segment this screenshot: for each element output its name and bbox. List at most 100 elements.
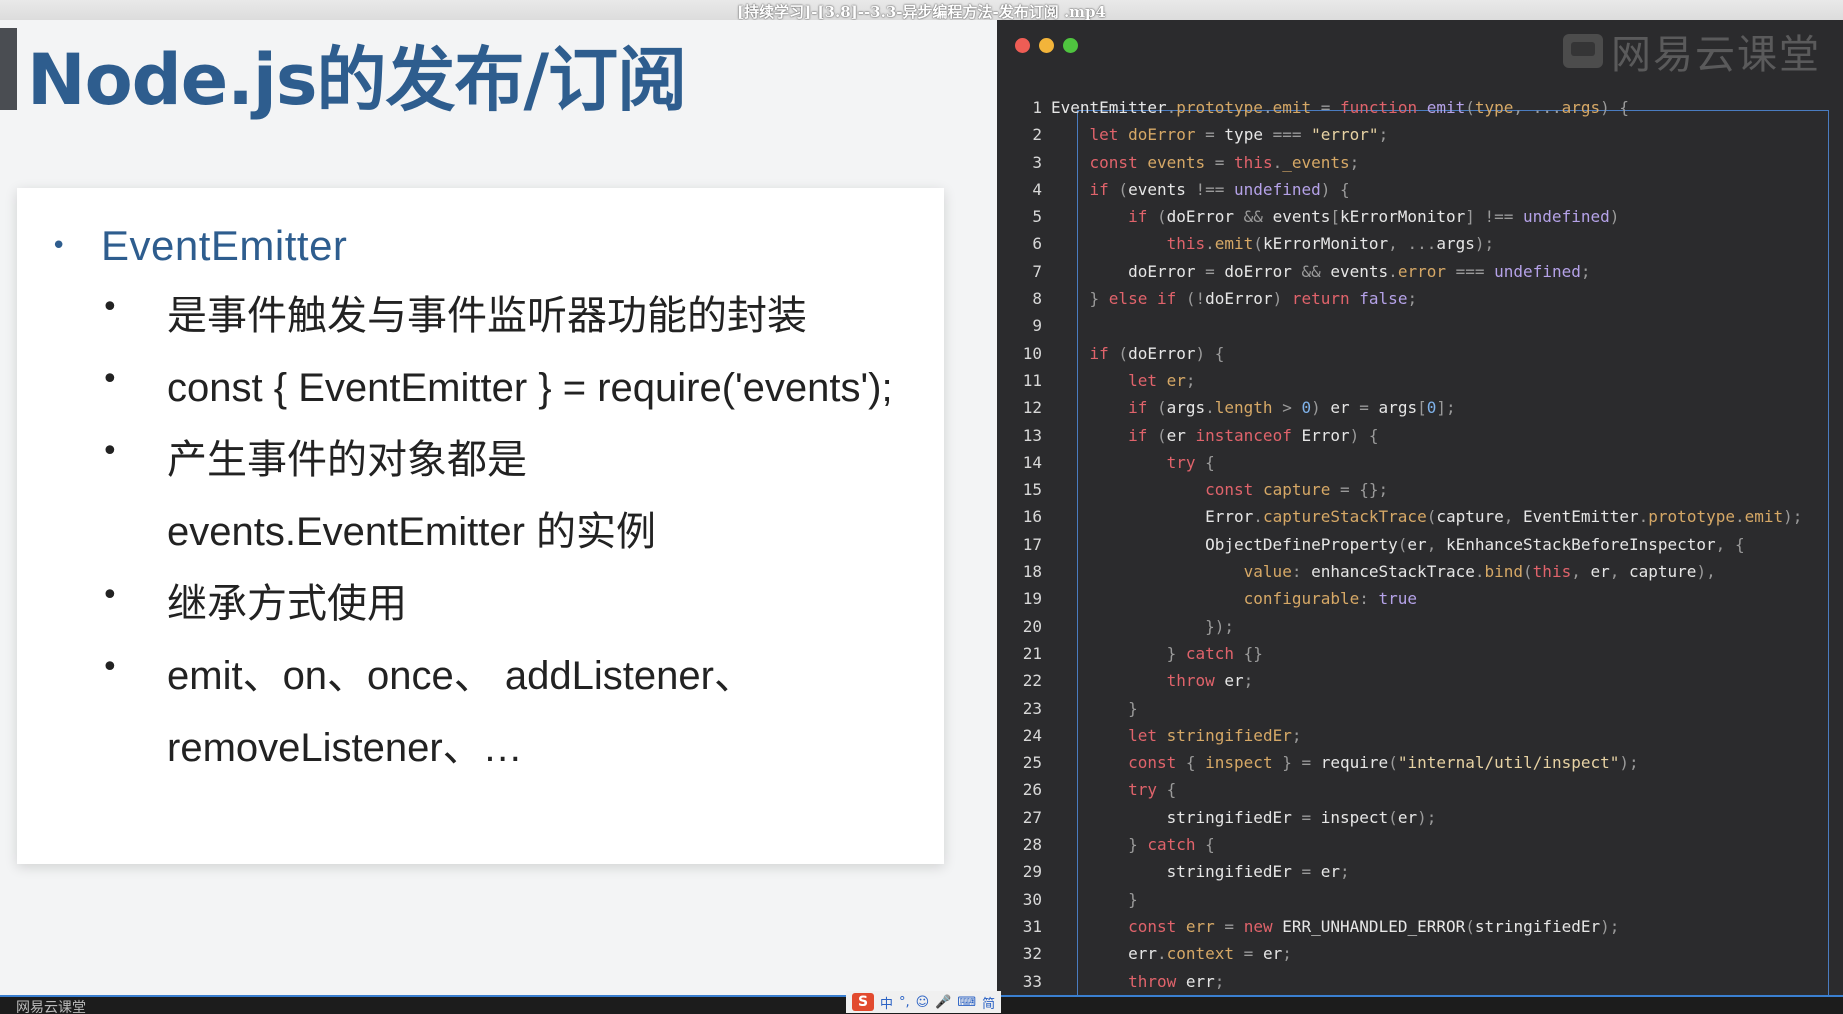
code-token: (	[1253, 234, 1263, 254]
code-token: args	[1561, 98, 1601, 117]
code-line: 28 } catch {	[997, 831, 1843, 858]
ime-item[interactable]: °,	[899, 995, 910, 1010]
video-title-bar: [持续学习]-[3.8]--3.3-异步编程方法-发布订阅 .mp4	[0, 0, 1843, 21]
line-number: 4	[1032, 179, 1042, 199]
bullet-item: • 是事件触发与事件监听器功能的封装	[101, 280, 931, 352]
bullet-text: 产生事件的对象都是 events.EventEmitter 的实例	[167, 438, 657, 554]
code-token: (	[1108, 179, 1129, 199]
code-token: if	[1089, 179, 1109, 199]
code-token: ;	[1243, 671, 1254, 691]
code-token: configurable	[1243, 589, 1360, 609]
code-text: try {	[1051, 776, 1176, 803]
bullet-dot-icon: •	[101, 578, 119, 613]
ime-item[interactable]: 🎤	[935, 995, 951, 1010]
taskbar-left-text: 网易云课堂	[16, 1000, 86, 1014]
code-token: events	[1128, 179, 1186, 199]
code-token: =	[1234, 944, 1263, 964]
ime-item[interactable]: ⌨	[957, 995, 976, 1010]
code-token: let	[1089, 125, 1119, 145]
code-token: events	[1330, 261, 1389, 281]
code-token: = {};	[1330, 480, 1389, 500]
code-token: bind	[1484, 562, 1524, 582]
code-line: 32 err.context = er;	[997, 940, 1843, 967]
code-token: .	[1253, 507, 1263, 527]
code-token: kErrorMonitor	[1340, 207, 1466, 227]
code-token: ) {	[1320, 179, 1350, 199]
code-token: ,	[1388, 234, 1408, 254]
line-number: 19	[1022, 589, 1042, 609]
code-line: 26 try {	[997, 776, 1843, 803]
code-token: const	[1089, 152, 1138, 172]
code-token: args	[1378, 398, 1418, 418]
code-token: .	[1272, 152, 1283, 172]
code-text: let stringifiedEr;	[1051, 722, 1301, 749]
slide-panel: Node.js的发布/订阅 • EventEmitter • 是事件触发与事件监…	[0, 20, 997, 995]
heading-bullet: • EventEmitter	[51, 222, 347, 270]
code-text: } catch {	[1051, 831, 1215, 858]
code-token: er	[1590, 562, 1610, 582]
code-line: 22 throw er;	[997, 667, 1843, 694]
code-token: er	[1224, 671, 1244, 691]
bullet-text: 继承方式使用	[167, 582, 407, 626]
ime-item[interactable]: 简	[982, 993, 995, 1012]
watermark-text: 网易云课堂	[1611, 32, 1821, 78]
bullet-text: emit、on、once、 addListener、 removeListene…	[167, 654, 754, 770]
code-token: =	[1195, 125, 1225, 145]
code-token: ,	[1513, 98, 1533, 117]
ime-item[interactable]: ☺	[916, 995, 930, 1010]
code-token: if	[1128, 425, 1148, 445]
code-text: Error.captureStackTrace(capture, EventEm…	[1051, 503, 1802, 530]
bullet-item: • const { EventEmitter } = require('even…	[101, 352, 931, 424]
code-token: {	[1176, 753, 1206, 773]
code-token: doError	[1224, 261, 1292, 281]
code-token: try	[1128, 780, 1157, 800]
code-line: 20 });	[997, 613, 1843, 640]
line-number: 2	[1032, 125, 1042, 145]
ime-item[interactable]: 中	[880, 993, 893, 1012]
window-controls	[1015, 38, 1078, 53]
ime-toolbar[interactable]: S 中 °, ☺ 🎤 ⌨ 简	[846, 991, 1002, 1013]
code-token: if	[1089, 343, 1109, 363]
code-token: this	[1532, 562, 1572, 582]
sogou-ime-icon[interactable]: S	[852, 993, 874, 1011]
close-window-button[interactable]	[1015, 38, 1030, 53]
code-line: 23 }	[997, 695, 1843, 722]
code-token: const	[1128, 753, 1177, 773]
code-token: type	[1474, 98, 1514, 117]
code-line: 12 if (args.length > 0) er = args[0];	[997, 394, 1843, 421]
code-token: emit	[1744, 507, 1784, 527]
code-token: context	[1166, 944, 1235, 964]
bullet-dot-icon: •	[101, 434, 119, 469]
code-token: prototype	[1176, 98, 1263, 117]
code-token: &&	[1291, 261, 1331, 281]
minimize-window-button[interactable]	[1039, 38, 1054, 53]
code-text: } catch {}	[1051, 640, 1263, 667]
code-line: 31 const err = new ERR_UNHANDLED_ERROR(s…	[997, 913, 1843, 940]
code-token: events	[1147, 152, 1206, 172]
line-number: 26	[1022, 780, 1042, 800]
code-token: if	[1128, 207, 1148, 227]
code-token: (	[1147, 398, 1167, 418]
line-number: 17	[1022, 534, 1042, 554]
code-token: instanceof	[1195, 425, 1292, 445]
code-token: throw	[1166, 671, 1215, 691]
code-line: 3 const events = this._events;	[997, 149, 1843, 176]
code-token: )	[1609, 207, 1620, 227]
code-line: 11 let er;	[997, 367, 1843, 394]
code-token: &&	[1234, 207, 1273, 227]
code-token: Error	[1205, 507, 1254, 527]
maximize-window-button[interactable]	[1063, 38, 1078, 53]
code-token: );	[1474, 234, 1495, 254]
code-token: let	[1128, 725, 1157, 745]
line-number: 31	[1022, 916, 1042, 936]
